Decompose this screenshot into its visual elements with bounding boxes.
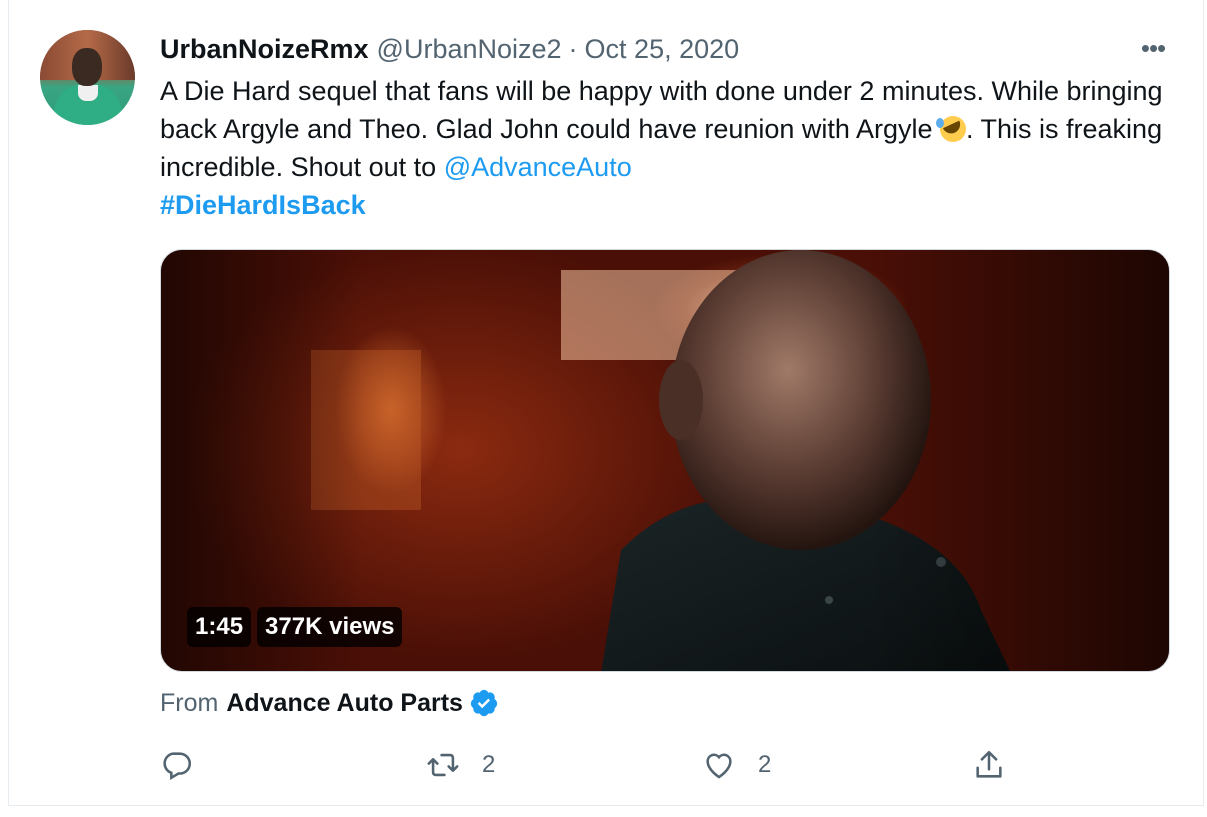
author-name[interactable]: UrbanNoizeRmx [160, 34, 369, 65]
avatar-collar [78, 85, 98, 101]
author-handle[interactable]: @UrbanNoize2 [377, 34, 562, 65]
header-separator: · [568, 33, 578, 64]
video-player[interactable]: 1:45 377K views [160, 249, 1170, 672]
hashtag-link[interactable]: #DieHardIsBack [160, 190, 366, 220]
tweet-header: UrbanNoizeRmx @UrbanNoize2 · Oct 25, 202… [160, 31, 739, 67]
share-button[interactable] [972, 742, 1006, 788]
verified-badge-icon [470, 689, 498, 717]
like-count: 2 [758, 751, 772, 778]
video-views: 377K views [257, 607, 403, 647]
reply-button[interactable] [160, 742, 194, 788]
video-source: From Advance Auto Parts [160, 686, 499, 720]
retweet-button[interactable]: 2 [426, 742, 495, 788]
tweet-text: A Die Hard sequel that fans will be happ… [160, 72, 1170, 224]
rolling-laughing-emoji-icon [936, 116, 966, 142]
reply-icon [163, 752, 192, 781]
share-icon [976, 750, 1002, 778]
like-button[interactable]: 2 [702, 742, 771, 788]
author-avatar[interactable] [40, 30, 135, 125]
tweet-date[interactable]: Oct 25, 2020 [585, 34, 740, 65]
more-options-icon[interactable]: ••• [1133, 30, 1173, 66]
source-label: From [160, 688, 219, 717]
source-name[interactable]: Advance Auto Parts [226, 689, 463, 718]
retweet-icon [427, 753, 459, 777]
tweet-actions: 2 2 [160, 742, 1170, 788]
avatar-head [72, 48, 102, 86]
retweet-count: 2 [482, 751, 496, 778]
mention-link[interactable]: @AdvanceAuto [444, 152, 632, 182]
heart-icon [706, 753, 732, 779]
video-duration: 1:45 [187, 607, 252, 647]
video-overlay: 1:45 377K views [187, 607, 403, 647]
